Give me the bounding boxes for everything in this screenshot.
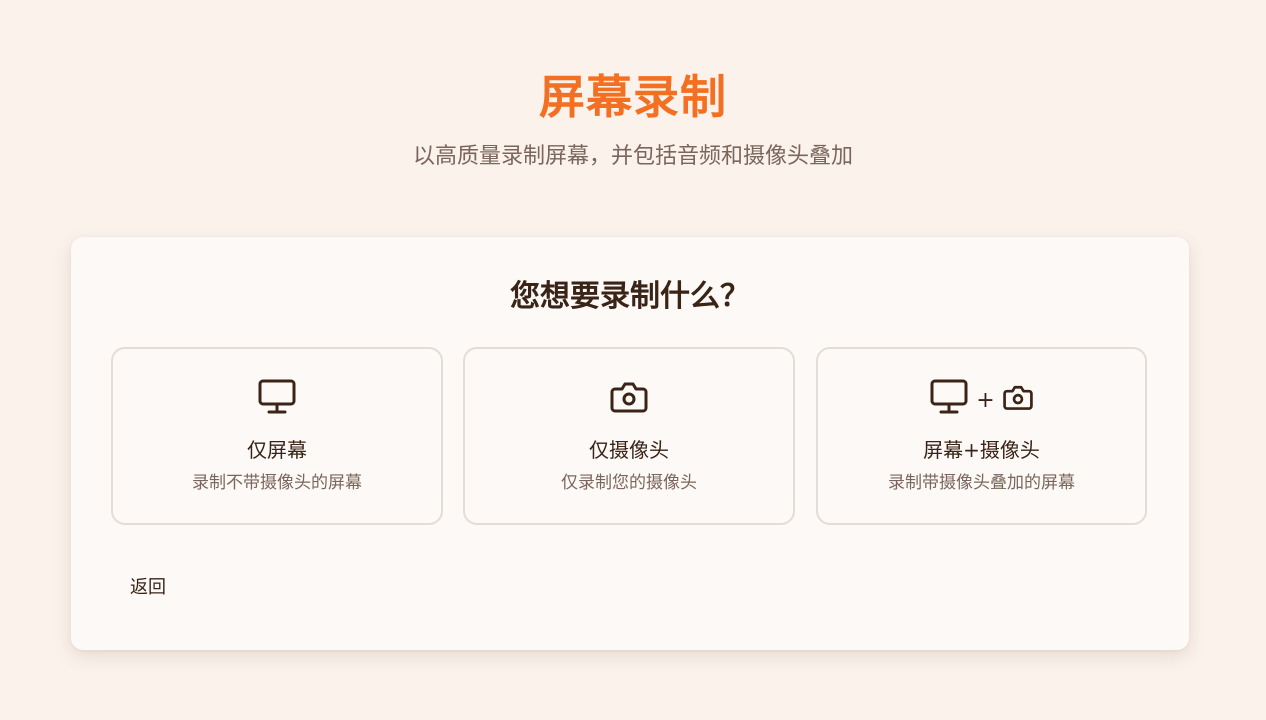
record-question: 您想要录制什么？ xyxy=(510,279,750,314)
record-options: 仅屏幕 录制不带摄像头的屏幕 仅摄像头 仅录制您的摄像头 + 屏幕+摄像头 录制… xyxy=(111,347,1147,525)
monitor-icon xyxy=(930,379,968,419)
option-camera-only[interactable]: 仅摄像头 仅录制您的摄像头 xyxy=(463,347,795,525)
option-title: 屏幕+摄像头 xyxy=(923,438,1040,462)
camera-icon xyxy=(610,380,648,418)
back-button[interactable]: 返回 xyxy=(115,572,181,604)
option-description: 仅录制您的摄像头 xyxy=(561,473,697,493)
page-subtitle: 以高质量录制屏幕，并包括音频和摄像头叠加 xyxy=(412,144,853,169)
option-title: 仅摄像头 xyxy=(589,438,669,462)
option-description: 录制不带摄像头的屏幕 xyxy=(192,473,362,493)
monitor-icon xyxy=(258,379,296,419)
option-screen-only[interactable]: 仅屏幕 录制不带摄像头的屏幕 xyxy=(111,347,443,525)
page-header: 屏幕录制 以高质量录制屏幕，并包括音频和摄像头叠加 xyxy=(0,68,1266,172)
option-screen-and-camera[interactable]: + 屏幕+摄像头 录制带摄像头叠加的屏幕 xyxy=(816,347,1147,525)
option-title: 仅屏幕 xyxy=(247,438,307,462)
page-title: 屏幕录制 xyxy=(539,70,727,124)
record-mode-card: 您想要录制什么？ 仅屏幕 录制不带摄像头的屏幕 仅摄像头 仅录制您的摄像头 + … xyxy=(71,237,1189,650)
camera-icon xyxy=(1002,384,1033,415)
option-description: 录制带摄像头叠加的屏幕 xyxy=(888,473,1075,493)
plus-sign: + xyxy=(976,388,995,413)
